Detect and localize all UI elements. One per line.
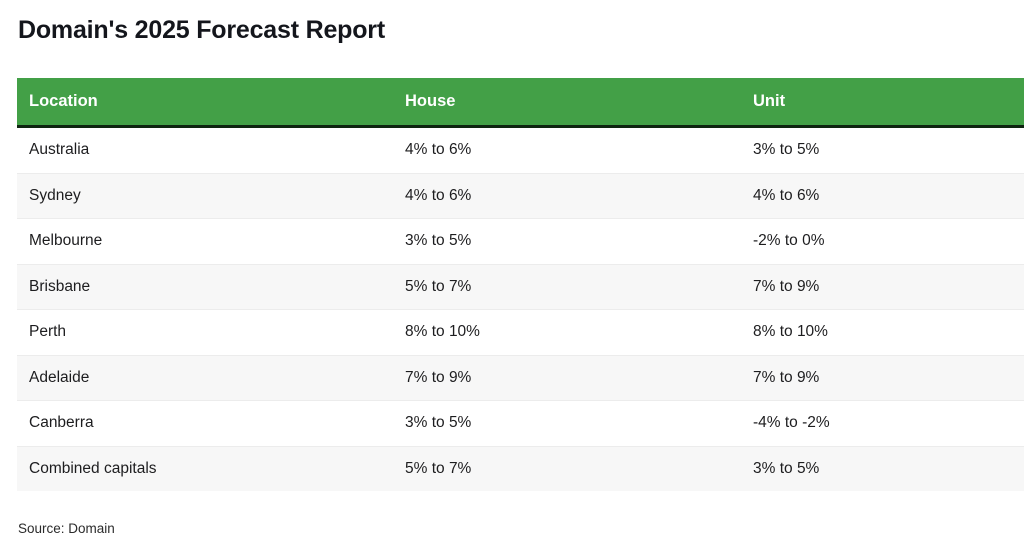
cell-house: 5% to 7% [395,264,743,310]
cell-house: 7% to 9% [395,355,743,401]
table-row: Australia 4% to 6% 3% to 5% [17,126,1024,174]
cell-house: 5% to 7% [395,446,743,491]
cell-unit: -2% to 0% [743,218,1024,265]
cell-location: Canberra [17,400,395,447]
cell-location: Combined capitals [17,446,395,491]
table-row: Adelaide 7% to 9% 7% to 9% [17,355,1024,401]
cell-location: Melbourne [17,218,395,265]
cell-location: Perth [17,309,395,356]
cell-unit: 7% to 9% [743,264,1024,310]
cell-unit: 3% to 5% [743,446,1024,491]
cell-house: 4% to 6% [395,126,743,174]
table-row: Perth 8% to 10% 8% to 10% [17,309,1024,356]
column-header-location: Location [17,78,395,128]
table-row: Combined capitals 5% to 7% 3% to 5% [17,446,1024,491]
cell-house: 8% to 10% [395,309,743,356]
column-header-unit: Unit [743,78,1024,128]
table-body: Australia 4% to 6% 3% to 5% Sydney 4% to… [17,126,1024,491]
cell-location: Brisbane [17,264,395,310]
cell-house: 4% to 6% [395,173,743,219]
forecast-report-page: Domain's 2025 Forecast Report Location H… [0,0,1024,545]
cell-location: Australia [17,126,395,174]
forecast-table: Location House Unit Australia 4% to 6% 3… [17,78,1024,491]
table-row: Sydney 4% to 6% 4% to 6% [17,173,1024,219]
table-header: Location House Unit [17,78,1024,128]
cell-unit: -4% to -2% [743,400,1024,447]
column-header-house: House [395,78,743,128]
table-header-row: Location House Unit [17,78,1024,128]
cell-unit: 4% to 6% [743,173,1024,219]
source-note: Source: Domain [18,521,115,536]
cell-unit: 3% to 5% [743,126,1024,174]
cell-unit: 8% to 10% [743,309,1024,356]
cell-house: 3% to 5% [395,218,743,265]
cell-unit: 7% to 9% [743,355,1024,401]
table-row: Canberra 3% to 5% -4% to -2% [17,400,1024,447]
table-row: Melbourne 3% to 5% -2% to 0% [17,218,1024,265]
cell-location: Sydney [17,173,395,219]
cell-house: 3% to 5% [395,400,743,447]
table-row: Brisbane 5% to 7% 7% to 9% [17,264,1024,310]
page-title: Domain's 2025 Forecast Report [18,16,385,44]
cell-location: Adelaide [17,355,395,401]
